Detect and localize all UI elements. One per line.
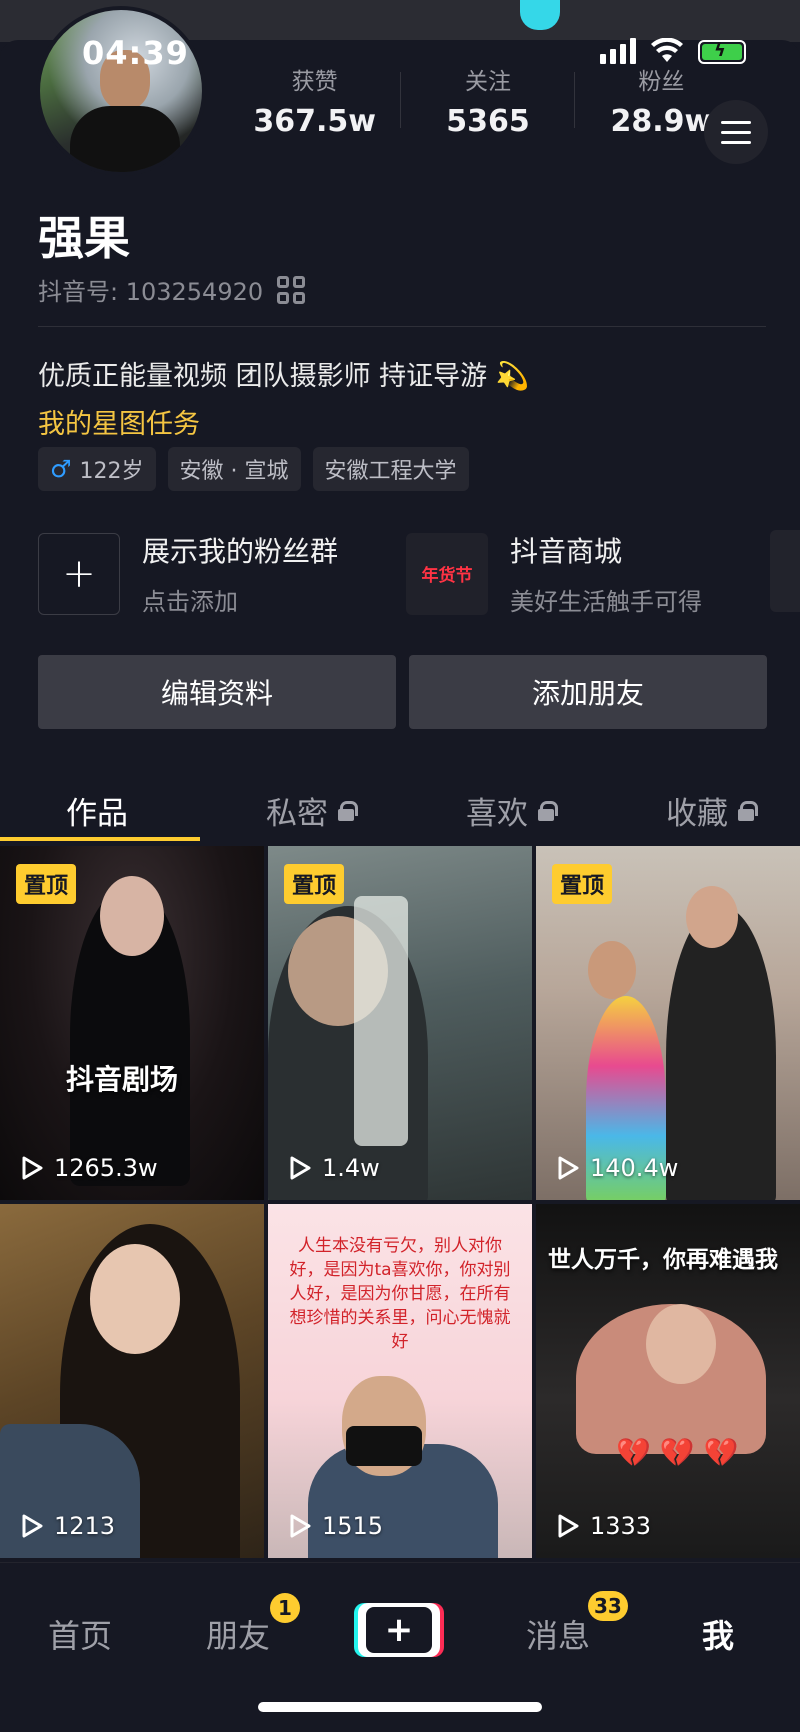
video-tile[interactable]: 人生本没有亏欠，别人对你好，是因为ta喜欢你，你对别人好，是因为你甘愿，在所有想…	[268, 1204, 532, 1558]
pinned-badge: 置顶	[16, 864, 77, 904]
stat-label: 获赞	[291, 69, 338, 95]
video-overlay-text: 人生本没有亏欠，别人对你好，是因为ta喜欢你，你对别人好，是因为你甘愿，在所有想…	[289, 1236, 511, 1352]
stat-label: 粉丝	[638, 69, 685, 95]
play-count-value: 1333	[590, 1512, 652, 1540]
play-count-value: 1.4w	[322, 1154, 380, 1182]
stat-label: 关注	[464, 69, 511, 95]
pinned-badge: 置顶	[552, 864, 613, 904]
play-icon	[558, 1514, 579, 1538]
messages-badge: 33	[588, 1591, 628, 1621]
play-count: 1515	[288, 1512, 383, 1540]
nav-me[interactable]: 我	[702, 1611, 734, 1657]
video-overlay-text: 世人万千，你再难遇我	[548, 1247, 778, 1273]
play-count: 140.4w	[556, 1154, 678, 1182]
status-icons: ϟ	[600, 38, 746, 64]
play-icon	[290, 1514, 311, 1538]
douyin-id: 抖音号: 103254920	[38, 278, 264, 306]
mall-title: 抖音商城	[510, 535, 623, 568]
content-tabs: 作品 私密 喜欢 收藏	[0, 775, 800, 845]
fan-group-subtitle: 点击添加	[142, 588, 238, 616]
sparkle-emoji-icon: 💫	[495, 361, 530, 392]
tab-label: 喜欢	[466, 795, 528, 832]
bio-text: 优质正能量视频 团队摄影师 持证导游	[38, 361, 488, 392]
status-time: 04:39	[82, 34, 189, 72]
tab-likes[interactable]: 喜欢	[466, 775, 558, 845]
qr-code-icon[interactable]	[277, 275, 306, 304]
stat-value: 5365	[446, 104, 530, 139]
douyin-id-row[interactable]: 抖音号: 103254920	[38, 272, 306, 307]
mall-subtitle: 美好生活触手可得	[510, 588, 702, 616]
mall-shortcut[interactable]: 年货节 抖音商城 美好生活触手可得	[406, 530, 702, 617]
video-tile[interactable]: 置顶 140.4w	[536, 846, 800, 1200]
play-icon	[290, 1156, 311, 1180]
broken-heart-icon: 💔 💔 💔	[616, 1436, 739, 1469]
profile-stats: 获赞 367.5w 关注 5365 粉丝 28.9w	[228, 62, 748, 139]
lock-icon	[738, 801, 758, 821]
tab-private[interactable]: 私密	[266, 775, 358, 845]
divider	[38, 326, 766, 327]
play-icon	[22, 1156, 43, 1180]
male-icon: ♂	[50, 455, 72, 483]
play-count-value: 1213	[54, 1512, 116, 1540]
signal-icon	[600, 38, 636, 64]
nav-friends[interactable]: 朋友	[206, 1611, 270, 1657]
play-icon	[558, 1156, 579, 1180]
play-count: 1213	[20, 1512, 115, 1540]
tag-location: 安徽 · 宣城	[167, 447, 301, 491]
play-count: 1.4w	[288, 1154, 380, 1182]
profile-bio: 优质正能量视频 团队摄影师 持证导游 💫	[38, 354, 529, 393]
video-tile[interactable]: 世人万千，你再难遇我 💔 💔 💔 1333	[536, 1204, 800, 1558]
tag-gender-age: ♂ 122岁	[38, 447, 156, 491]
menu-icon[interactable]	[704, 100, 768, 164]
play-count-value: 1515	[322, 1512, 384, 1540]
tab-works[interactable]: 作品	[66, 775, 128, 845]
stat-value: 367.5w	[253, 104, 376, 139]
stat-following[interactable]: 关注 5365	[401, 62, 575, 139]
video-overlay-text: 抖音剧场	[66, 1063, 179, 1096]
friends-badge: 1	[270, 1593, 300, 1623]
tag-age: 122岁	[79, 459, 144, 484]
active-tab-indicator	[0, 837, 200, 841]
plus-icon: +	[366, 1607, 432, 1653]
pinned-badge: 置顶	[284, 864, 345, 904]
play-count: 1333	[556, 1512, 651, 1540]
fan-group-title: 展示我的粉丝群	[142, 535, 339, 568]
lock-icon	[538, 801, 558, 821]
profile-tags: ♂ 122岁 安徽 · 宣城 安徽工程大学	[38, 447, 469, 491]
tab-favorites[interactable]: 收藏	[666, 775, 758, 845]
nav-messages[interactable]: 消息	[526, 1611, 590, 1657]
fan-group-shortcut[interactable]: + 展示我的粉丝群 点击添加	[38, 530, 338, 617]
wifi-icon	[651, 38, 683, 62]
stat-likes[interactable]: 获赞 367.5w	[228, 62, 402, 139]
tab-label: 作品	[66, 795, 128, 832]
video-tile[interactable]: 1213	[0, 1204, 264, 1558]
play-count: 1265.3w	[20, 1154, 158, 1182]
edit-profile-button[interactable]: 编辑资料	[38, 655, 396, 729]
home-indicator	[258, 1702, 542, 1712]
profile-nickname: 强果	[38, 211, 130, 265]
tag-school: 安徽工程大学	[312, 447, 469, 491]
play-count-value: 1265.3w	[54, 1154, 158, 1182]
video-tile[interactable]: 置顶 1.4w	[268, 846, 532, 1200]
star-task-link[interactable]: 我的星图任务	[38, 402, 200, 441]
create-button[interactable]: +	[358, 1603, 440, 1657]
plus-icon: +	[38, 532, 120, 615]
nav-home[interactable]: 首页	[48, 1611, 112, 1657]
video-tile[interactable]: 置顶 抖音剧场 1265.3w	[0, 846, 264, 1200]
notch-blob	[520, 0, 560, 30]
lock-icon	[338, 801, 358, 821]
avatar[interactable]	[36, 6, 206, 176]
play-icon	[22, 1514, 43, 1538]
tab-label: 收藏	[666, 795, 728, 832]
battery-icon: ϟ	[698, 40, 746, 64]
play-count-value: 140.4w	[590, 1154, 679, 1182]
add-friend-button[interactable]: 添加朋友	[409, 655, 767, 729]
tab-label: 私密	[266, 795, 328, 832]
mall-festival-badge: 年货节	[406, 532, 488, 615]
more-shortcut-peek[interactable]	[770, 530, 800, 612]
